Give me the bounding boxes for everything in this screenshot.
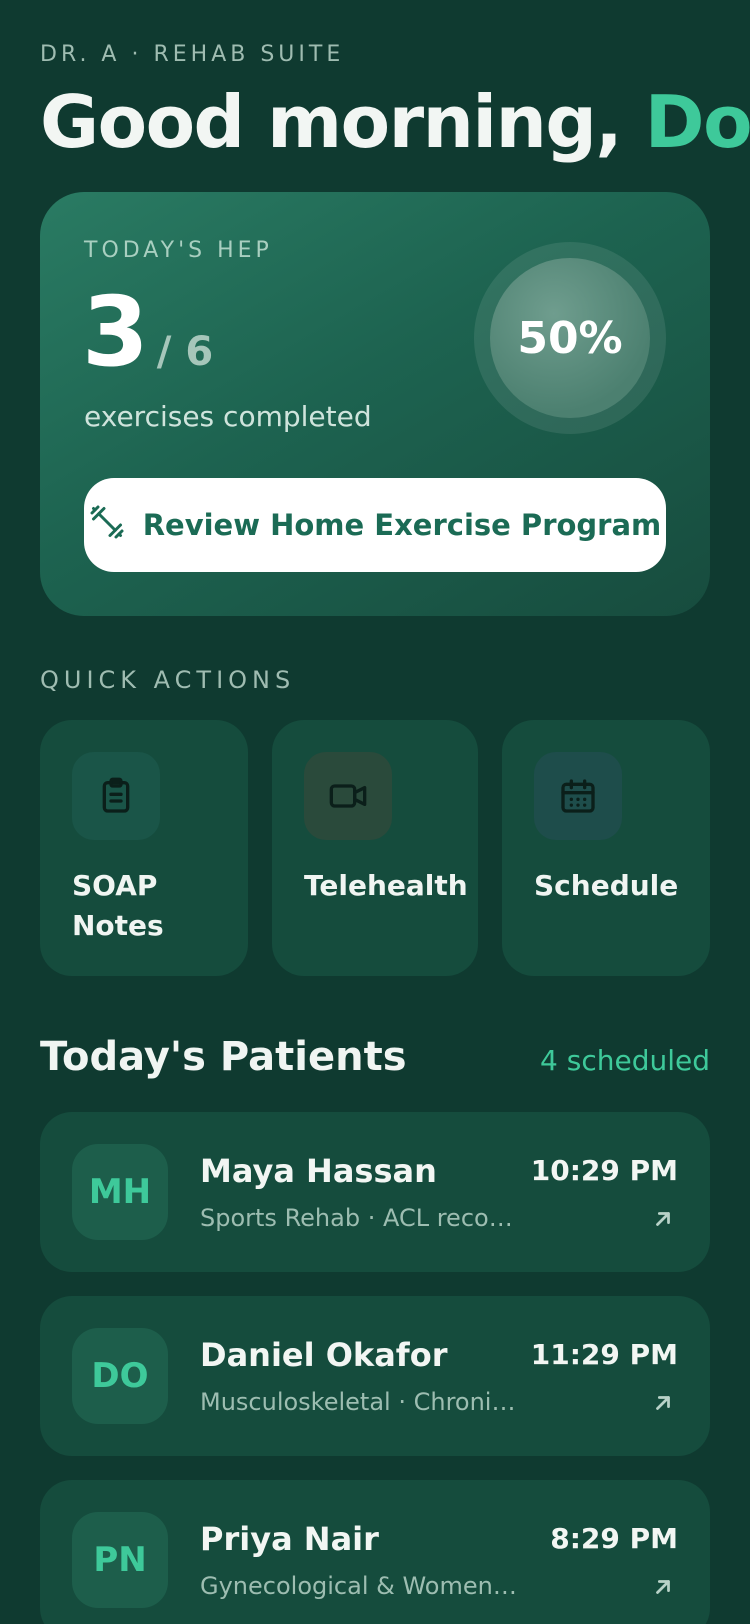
quick-action-schedule[interactable]: Schedule	[502, 720, 710, 976]
quick-action-label: Schedule	[534, 869, 679, 902]
hep-percent: 50%	[490, 258, 650, 418]
hep-summary-card: TODAY'S HEP 3/ 6 exercises completed 50%…	[40, 192, 710, 616]
review-hep-label: Review Home Exercise Program	[142, 508, 662, 542]
home-screen: DR. A · REHAB SUITE Good morning, Doctor…	[0, 0, 750, 1624]
patient-card[interactable]: PN Priya Nair Gynecological & Women's He…	[40, 1480, 710, 1624]
patient-detail: Sports Rehab · ACL reconstruction	[200, 1204, 520, 1232]
video-camera-icon	[304, 752, 392, 840]
patient-name: Maya Hassan	[200, 1152, 437, 1190]
hep-completed: 3	[82, 276, 149, 388]
patient-detail: Gynecological & Women's Health	[200, 1572, 520, 1600]
patient-name: Daniel Okafor	[200, 1336, 448, 1374]
hep-count: 3/ 6	[82, 284, 213, 380]
hep-subtitle: exercises completed	[84, 400, 372, 433]
quick-action-soap-notes[interactable]: SOAP Notes	[40, 720, 248, 976]
hep-total: / 6	[156, 329, 214, 375]
arrow-up-right-icon[interactable]	[652, 1208, 674, 1230]
greeting-heading: Good morning, Doctor	[40, 80, 750, 164]
arrow-up-right-icon[interactable]	[652, 1576, 674, 1598]
patient-card[interactable]: MH Maya Hassan Sports Rehab · ACL recons…	[40, 1112, 710, 1272]
quick-action-label: Telehealth	[304, 869, 468, 902]
appointment-time: 11:29 PM	[530, 1338, 678, 1371]
patient-avatar: DO	[72, 1328, 168, 1424]
hep-label: TODAY'S HEP	[84, 238, 273, 263]
patient-card[interactable]: DO Daniel Okafor Musculoskeletal · Chron…	[40, 1296, 710, 1456]
quick-action-label: SOAP Notes	[72, 869, 164, 942]
patient-detail: Musculoskeletal · Chronic low back pain	[200, 1388, 520, 1416]
arrow-up-right-icon[interactable]	[652, 1392, 674, 1414]
patients-count[interactable]: 4 scheduled	[540, 1044, 710, 1077]
patient-name: Priya Nair	[200, 1520, 379, 1558]
dumbbell-icon	[89, 504, 125, 547]
patient-avatar: PN	[72, 1512, 168, 1608]
hep-progress-ring: 50%	[474, 242, 666, 434]
quick-action-telehealth[interactable]: Telehealth	[272, 720, 478, 976]
suite-label: DR. A · REHAB SUITE	[40, 42, 345, 67]
quick-actions-label: QUICK ACTIONS	[40, 666, 296, 694]
patient-avatar: MH	[72, 1144, 168, 1240]
greeting-text: Good morning,	[40, 80, 623, 164]
appointment-time: 8:29 PM	[550, 1522, 678, 1555]
review-hep-button[interactable]: Review Home Exercise Program	[84, 478, 666, 572]
patients-heading: Today's Patients	[40, 1034, 407, 1080]
calendar-icon	[534, 752, 622, 840]
clipboard-icon	[72, 752, 160, 840]
appointment-time: 10:29 PM	[530, 1154, 678, 1187]
greeting-accent: Doctor	[644, 80, 750, 164]
